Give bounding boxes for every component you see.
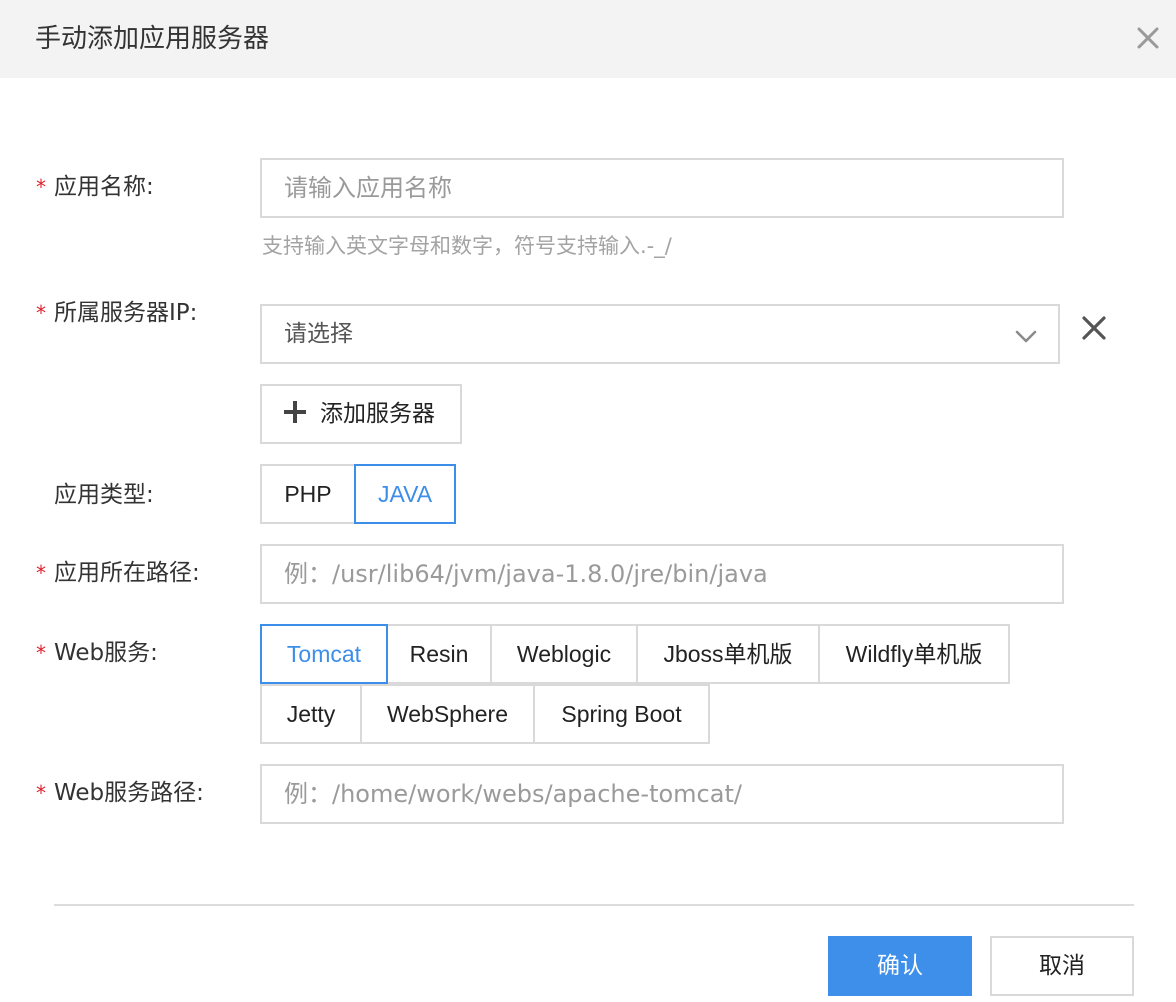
footer-divider bbox=[54, 904, 1134, 906]
web-service-option-resin[interactable]: Resin bbox=[386, 624, 492, 684]
required-mark: * bbox=[36, 641, 46, 665]
app-name-label: * 应用名称: bbox=[36, 172, 154, 202]
web-service-path-label: * Web服务路径: bbox=[36, 778, 204, 808]
web-service-option-websphere[interactable]: WebSphere bbox=[360, 684, 535, 744]
add-app-server-dialog: 手动添加应用服务器 *应用名称: 支持输入英文字母和数字，符号支持输入.-_/ … bbox=[0, 0, 1176, 1002]
app-path-input[interactable] bbox=[260, 544, 1064, 604]
required-mark: * bbox=[36, 561, 46, 585]
app-path-label: * 应用所在路径: bbox=[36, 558, 200, 588]
app-path-label-text: 应用所在路径: bbox=[54, 560, 200, 586]
clear-server-ip-icon[interactable] bbox=[1078, 312, 1110, 344]
dialog-header: 手动添加应用服务器 bbox=[0, 0, 1176, 78]
web-service-label-text: Web服务: bbox=[54, 640, 158, 666]
cancel-button[interactable]: 取消 bbox=[990, 936, 1134, 996]
web-service-path-label-text: Web服务路径: bbox=[54, 780, 204, 806]
confirm-button[interactable]: 确认 bbox=[828, 936, 972, 996]
app-name-input[interactable] bbox=[260, 158, 1064, 218]
dialog-title: 手动添加应用服务器 bbox=[35, 24, 270, 54]
app-type-option-php[interactable]: PHP bbox=[260, 464, 356, 524]
required-mark: * bbox=[36, 175, 46, 199]
web-service-option-tomcat[interactable]: Tomcat bbox=[260, 624, 388, 684]
web-service-option-weblogic[interactable]: Weblogic bbox=[490, 624, 638, 684]
required-mark: * bbox=[36, 781, 46, 805]
app-type-label: 应用类型: bbox=[54, 482, 154, 508]
add-server-button-label: 添加服务器 bbox=[320, 401, 435, 427]
web-service-option-wildfly[interactable]: Wildfly单机版 bbox=[818, 624, 1010, 684]
web-service-label: * Web服务: bbox=[36, 638, 158, 668]
server-ip-selected-value: 请选择 bbox=[284, 321, 353, 347]
server-ip-select[interactable]: 请选择 bbox=[260, 304, 1060, 364]
app-type-option-java[interactable]: JAVA bbox=[354, 464, 456, 524]
close-icon[interactable] bbox=[1130, 20, 1166, 56]
web-service-option-jetty[interactable]: Jetty bbox=[260, 684, 362, 744]
web-service-path-input[interactable] bbox=[260, 764, 1064, 824]
server-ip-label-text: 所属服务器IP: bbox=[54, 300, 198, 326]
web-service-option-jboss[interactable]: Jboss单机版 bbox=[636, 624, 820, 684]
add-server-button[interactable]: 添加服务器 bbox=[260, 384, 462, 444]
server-ip-label: * 所属服务器IP: bbox=[36, 298, 197, 328]
chevron-down-icon bbox=[1015, 330, 1037, 343]
required-mark: * bbox=[36, 301, 46, 325]
plus-icon bbox=[284, 401, 306, 423]
app-name-label-text: 应用名称: bbox=[54, 174, 154, 200]
app-name-hint: 支持输入英文字母和数字，符号支持输入.-_/ bbox=[262, 234, 672, 258]
web-service-option-spring-boot[interactable]: Spring Boot bbox=[533, 684, 710, 744]
